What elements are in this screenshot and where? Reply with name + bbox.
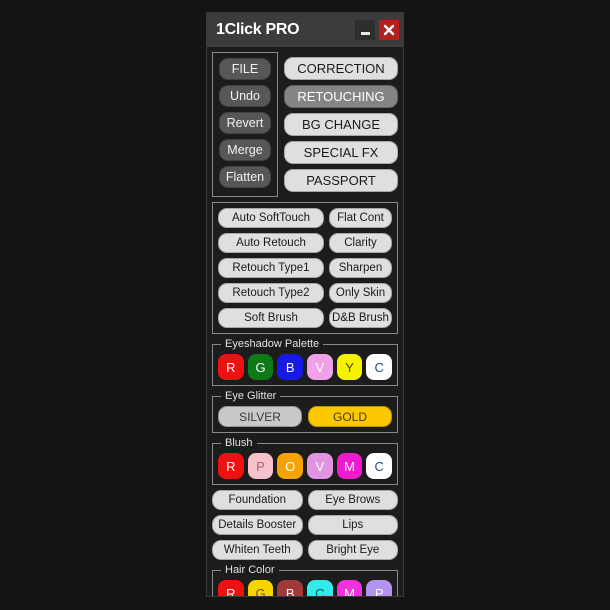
retouch-tools-group: Auto SoftTouch Flat Cont Auto Retouch Cl… bbox=[212, 202, 398, 334]
eyeshadow-swatch-row: R G B V Y C bbox=[218, 354, 393, 380]
undo-button[interactable]: Undo bbox=[219, 85, 271, 107]
blush-swatch-v[interactable]: V bbox=[307, 453, 333, 479]
blush-swatch-o[interactable]: O bbox=[277, 453, 304, 479]
eye-glitter-row: SILVER GOLD bbox=[218, 406, 392, 427]
mode-passport-button[interactable]: PASSPORT bbox=[284, 169, 398, 192]
eyeshadow-palette-title: Eyeshadow Palette bbox=[221, 337, 324, 351]
silver-button[interactable]: SILVER bbox=[218, 406, 302, 427]
lips-button[interactable]: Lips bbox=[307, 515, 398, 535]
minimize-button[interactable] bbox=[355, 20, 375, 40]
app-window: 1Click PRO FILE Undo Revert Merge Flatte… bbox=[206, 12, 404, 597]
eye-glitter-group: Eye Glitter SILVER GOLD bbox=[212, 389, 398, 433]
tool-row: Retouch Type2 Only Skin bbox=[218, 283, 392, 303]
retouch-type2-button[interactable]: Retouch Type2 bbox=[218, 283, 324, 303]
panel-body: FILE Undo Revert Merge Flatten CORRECTIO… bbox=[207, 47, 403, 596]
hair-color-swatch-b[interactable]: B bbox=[277, 580, 304, 596]
eyeshadow-swatch-g[interactable]: G bbox=[247, 354, 274, 380]
eye-glitter-title: Eye Glitter bbox=[221, 389, 281, 403]
blush-title: Blush bbox=[221, 436, 257, 450]
whiten-teeth-button[interactable]: Whiten Teeth bbox=[212, 540, 303, 560]
blush-swatch-r[interactable]: R bbox=[218, 453, 244, 479]
hair-color-swatch-g[interactable]: G bbox=[247, 580, 274, 596]
gold-button[interactable]: GOLD bbox=[308, 406, 392, 427]
blush-swatch-m[interactable]: M bbox=[336, 453, 363, 479]
eyeshadow-swatch-r[interactable]: R bbox=[218, 354, 244, 380]
auto-retouch-button[interactable]: Auto Retouch bbox=[218, 233, 324, 253]
title-bar[interactable]: 1Click PRO bbox=[207, 13, 403, 47]
auto-softtouch-button[interactable]: Auto SoftTouch bbox=[218, 208, 324, 228]
blush-swatch-p[interactable]: P bbox=[247, 453, 274, 479]
sharpen-button[interactable]: Sharpen bbox=[329, 258, 392, 278]
file-operations-group: FILE Undo Revert Merge Flatten bbox=[212, 52, 278, 197]
mode-buttons-group: CORRECTION RETOUCHING BG CHANGE SPECIAL … bbox=[284, 52, 398, 197]
eye-brows-button[interactable]: Eye Brows bbox=[307, 490, 398, 510]
bright-eye-button[interactable]: Bright Eye bbox=[307, 540, 398, 560]
retouch-type1-button[interactable]: Retouch Type1 bbox=[218, 258, 324, 278]
blush-group: Blush R P O V M C bbox=[212, 436, 398, 485]
eyeshadow-swatch-c[interactable]: C bbox=[366, 354, 393, 380]
tool-row: Whiten Teeth Bright Eye bbox=[212, 540, 398, 560]
tool-row: Soft Brush D&B Brush bbox=[218, 308, 392, 328]
mode-correction-button[interactable]: CORRECTION bbox=[284, 57, 398, 80]
merge-button[interactable]: Merge bbox=[219, 139, 271, 161]
hair-color-swatch-c[interactable]: C bbox=[307, 580, 333, 596]
blush-swatch-row: R P O V M C bbox=[218, 453, 393, 479]
foundation-button[interactable]: Foundation bbox=[212, 490, 303, 510]
hair-color-swatch-row: R G B C M P bbox=[218, 580, 393, 596]
clarity-button[interactable]: Clarity bbox=[329, 233, 392, 253]
file-button[interactable]: FILE bbox=[219, 58, 271, 80]
mode-bg-change-button[interactable]: BG CHANGE bbox=[284, 113, 398, 136]
eyeshadow-swatch-v[interactable]: V bbox=[307, 354, 333, 380]
close-icon bbox=[383, 24, 395, 36]
only-skin-button[interactable]: Only Skin bbox=[329, 283, 392, 303]
top-section: FILE Undo Revert Merge Flatten CORRECTIO… bbox=[212, 52, 398, 197]
tool-row: Auto SoftTouch Flat Cont bbox=[218, 208, 392, 228]
close-button[interactable] bbox=[379, 20, 399, 40]
blush-swatch-c[interactable]: C bbox=[366, 453, 393, 479]
eyeshadow-swatch-b[interactable]: B bbox=[277, 354, 304, 380]
flatten-button[interactable]: Flatten bbox=[219, 166, 271, 188]
tool-row: Auto Retouch Clarity bbox=[218, 233, 392, 253]
app-title: 1Click PRO bbox=[216, 21, 300, 38]
flat-cont-button[interactable]: Flat Cont bbox=[329, 208, 392, 228]
hair-color-swatch-m[interactable]: M bbox=[336, 580, 363, 596]
mode-special-fx-button[interactable]: SPECIAL FX bbox=[284, 141, 398, 164]
hair-color-swatch-p[interactable]: P bbox=[366, 580, 393, 596]
revert-button[interactable]: Revert bbox=[219, 112, 271, 134]
tool-row: Retouch Type1 Sharpen bbox=[218, 258, 392, 278]
eyeshadow-palette-group: Eyeshadow Palette R G B V Y C bbox=[212, 337, 398, 386]
hair-color-swatch-r[interactable]: R bbox=[218, 580, 244, 596]
mode-retouching-button[interactable]: RETOUCHING bbox=[284, 85, 398, 108]
makeup-tools-group: Foundation Eye Brows Details Booster Lip… bbox=[212, 490, 398, 560]
hair-color-title: Hair Color bbox=[221, 563, 279, 577]
eyeshadow-swatch-y[interactable]: Y bbox=[336, 354, 363, 380]
details-booster-button[interactable]: Details Booster bbox=[212, 515, 303, 535]
minimize-icon bbox=[360, 32, 370, 35]
db-brush-button[interactable]: D&B Brush bbox=[329, 308, 392, 328]
hair-color-group: Hair Color R G B C M P bbox=[212, 563, 398, 596]
tool-row: Foundation Eye Brows bbox=[212, 490, 398, 510]
tool-row: Details Booster Lips bbox=[212, 515, 398, 535]
soft-brush-button[interactable]: Soft Brush bbox=[218, 308, 324, 328]
